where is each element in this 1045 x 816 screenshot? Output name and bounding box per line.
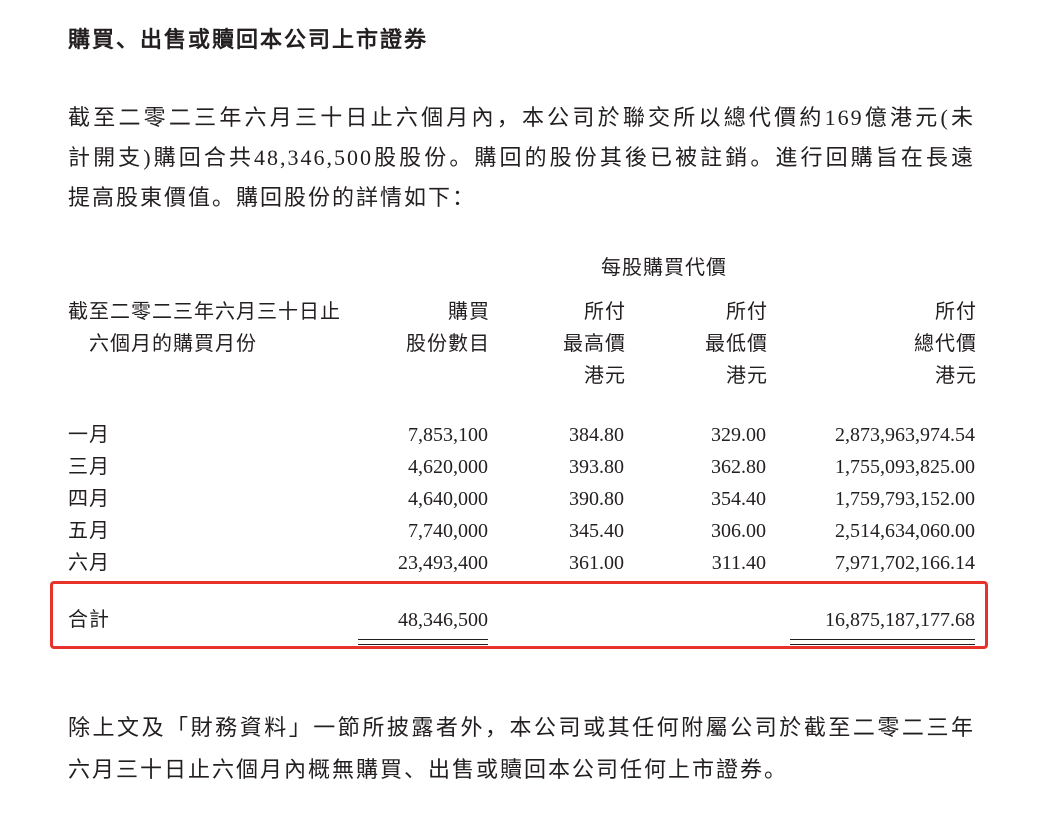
lowest-price-cell: 354.40 (711, 488, 766, 510)
header-line: 港元 (935, 365, 977, 387)
lowest-price-cell: 362.80 (711, 456, 766, 478)
header-line: 六個月的購買月份 (89, 333, 257, 355)
column-header-shares: 購買 股份數目 (350, 296, 489, 392)
column-header-lowest-price: 所付 最低價 港元 (624, 296, 767, 392)
column-header-highest-price: 所付 最高價 港元 (488, 296, 625, 392)
shares-cell: 4,620,000 (408, 456, 488, 478)
shares-cell: 7,853,100 (408, 424, 488, 446)
header-line: 購買 (448, 301, 490, 323)
closing-paragraph: 除上文及「財務資料」一節所披露者外，本公司或其任何附屬公司於截至二零二三年 六月… (68, 707, 975, 791)
table-row: 三月 4,620,000 393.80 362.80 1,755,093,825… (68, 451, 975, 483)
header-line: 最低價 (705, 333, 768, 355)
table-row: 六月 23,493,400 361.00 311.40 7,971,702,16… (68, 547, 975, 579)
header-line: 總代價 (914, 333, 977, 355)
total-consideration-cell: 7,971,702,166.14 (835, 552, 975, 574)
month-cell: 四月 (68, 488, 110, 510)
lowest-price-cell: 311.40 (711, 552, 766, 574)
shares-cell: 7,740,000 (408, 520, 488, 542)
table-header-row: 截至二零二三年六月三十日止 六個月的購買月份 購買 股份數目 所付 最高價 港元… (68, 296, 976, 392)
lowest-price-cell: 306.00 (711, 520, 766, 542)
header-line: 截至二零二三年六月三十日止 (68, 301, 341, 323)
total-consideration-cell: 1,755,093,825.00 (835, 456, 975, 478)
header-line: 最高價 (563, 333, 626, 355)
shares-cell: 23,493,400 (398, 552, 488, 574)
total-consideration-cell: 2,514,634,060.00 (835, 520, 975, 542)
month-cell: 六月 (68, 552, 110, 574)
closing-line: 六月三十日止六個月內概無購買、出售或贖回本公司任何上市證券。 (68, 757, 789, 782)
header-line: 港元 (726, 365, 768, 387)
header-line: 港元 (584, 365, 626, 387)
total-consideration-cell: 2,873,963,974.54 (835, 424, 975, 446)
header-line: 所付 (584, 301, 626, 323)
shares-cell: 4,640,000 (408, 488, 488, 510)
share-repurchase-table: 每股購買代價 截至二零二三年六月三十日止 六個月的購買月份 購買 股份數目 所付… (68, 0, 976, 816)
header-line: 股份數目 (406, 333, 490, 355)
table-row: 五月 7,740,000 345.40 306.00 2,514,634,060… (68, 515, 975, 547)
highest-price-cell: 361.00 (569, 552, 624, 574)
table-row: 一月 7,853,100 384.80 329.00 2,873,963,974… (68, 419, 975, 451)
column-header-total-consideration: 所付 總代價 港元 (766, 296, 976, 392)
document-page: 購買、出售或贖回本公司上市證券 截至二零二三年六月三十日止六個月內，本公司於聯交… (0, 0, 1045, 816)
total-row-highlight (50, 581, 988, 649)
header-line: 所付 (935, 301, 977, 323)
price-per-share-group-header: 每股購買代價 (601, 257, 727, 279)
total-consideration-cell: 1,759,793,152.00 (835, 488, 975, 510)
month-cell: 三月 (68, 456, 110, 478)
table-row: 四月 4,640,000 390.80 354.40 1,759,793,152… (68, 483, 975, 515)
highest-price-cell: 390.80 (569, 488, 624, 510)
table-group-header-row: 每股購買代價 (68, 252, 975, 284)
month-cell: 五月 (68, 520, 110, 542)
closing-line: 除上文及「財務資料」一節所披露者外，本公司或其任何附屬公司於截至二零二三年 (68, 715, 975, 740)
column-header-month: 截至二零二三年六月三十日止 六個月的購買月份 (68, 296, 350, 392)
header-line: 所付 (726, 301, 768, 323)
lowest-price-cell: 329.00 (711, 424, 766, 446)
highest-price-cell: 345.40 (569, 520, 624, 542)
highest-price-cell: 393.80 (569, 456, 624, 478)
highest-price-cell: 384.80 (569, 424, 624, 446)
month-cell: 一月 (68, 424, 110, 446)
